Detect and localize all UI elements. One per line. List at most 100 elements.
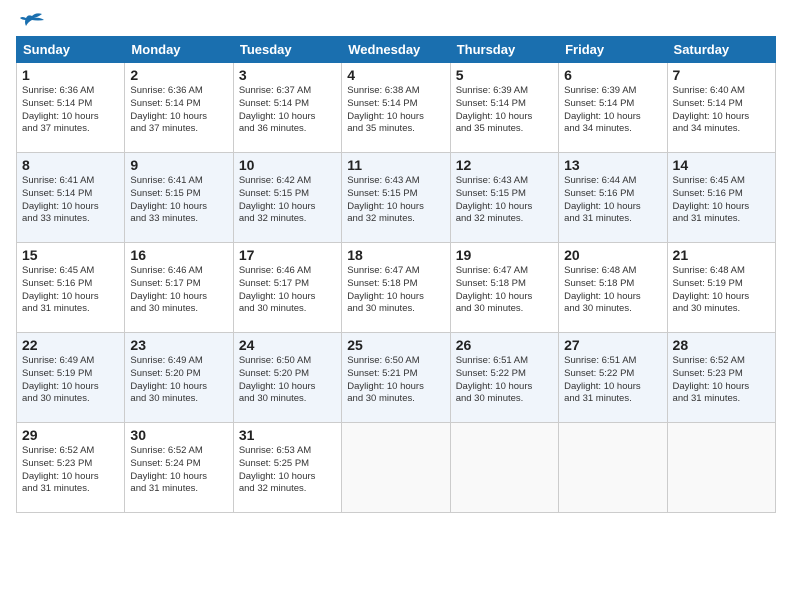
day-number: 25 (347, 337, 444, 353)
day-info: Sunrise: 6:36 AM Sunset: 5:14 PM Dayligh… (22, 85, 119, 136)
day-info: Sunrise: 6:46 AM Sunset: 5:17 PM Dayligh… (130, 265, 227, 316)
day-header-saturday: Saturday (667, 37, 775, 63)
day-number: 16 (130, 247, 227, 263)
day-cell-12: 12 Sunrise: 6:43 AM Sunset: 5:15 PM Dayli… (450, 153, 558, 243)
day-number: 20 (564, 247, 661, 263)
day-cell-6: 6Sunrise: 6:39 AM Sunset: 5:14 PM Daylig… (559, 63, 667, 153)
day-info: Sunrise: 6:41 AM Sunset: 5:14 PM Dayligh… (22, 175, 119, 226)
calendar-week-1: 1 Sunrise: 6:36 AM Sunset: 5:14 PM Daylig… (17, 63, 776, 153)
day-cell-24: 24 Sunrise: 6:50 AM Sunset: 5:20 PM Dayli… (233, 333, 341, 423)
day-cell-16: 16 Sunrise: 6:46 AM Sunset: 5:17 PM Dayli… (125, 243, 233, 333)
day-header-wednesday: Wednesday (342, 37, 450, 63)
day-cell-19: 19 Sunrise: 6:47 AM Sunset: 5:18 PM Dayli… (450, 243, 558, 333)
day-info: Sunrise: 6:44 AM Sunset: 5:16 PM Dayligh… (564, 175, 661, 226)
day-cell-26: 26 Sunrise: 6:51 AM Sunset: 5:22 PM Dayli… (450, 333, 558, 423)
day-number: 7 (673, 67, 770, 83)
calendar-table: SundayMondayTuesdayWednesdayThursdayFrid… (16, 36, 776, 513)
day-info: Sunrise: 6:52 AM Sunset: 5:23 PM Dayligh… (673, 355, 770, 406)
day-number: 4 (347, 67, 444, 83)
day-info: Sunrise: 6:45 AM Sunset: 5:16 PM Dayligh… (673, 175, 770, 226)
day-number: 24 (239, 337, 336, 353)
day-info: Sunrise: 6:53 AM Sunset: 5:25 PM Dayligh… (239, 445, 336, 496)
day-number: 19 (456, 247, 553, 263)
day-number: 1 (22, 67, 119, 83)
day-cell-13: 13 Sunrise: 6:44 AM Sunset: 5:16 PM Dayli… (559, 153, 667, 243)
day-header-sunday: Sunday (17, 37, 125, 63)
day-info: Sunrise: 6:45 AM Sunset: 5:16 PM Dayligh… (22, 265, 119, 316)
day-number: 18 (347, 247, 444, 263)
day-info: Sunrise: 6:43 AM Sunset: 5:15 PM Dayligh… (347, 175, 444, 226)
day-cell-10: 10 Sunrise: 6:42 AM Sunset: 5:15 PM Dayli… (233, 153, 341, 243)
empty-cell (559, 423, 667, 513)
day-cell-20: 20 Sunrise: 6:48 AM Sunset: 5:18 PM Dayli… (559, 243, 667, 333)
day-cell-21: 21Sunrise: 6:48 AM Sunset: 5:19 PM Dayli… (667, 243, 775, 333)
day-info: Sunrise: 6:36 AM Sunset: 5:14 PM Dayligh… (130, 85, 227, 136)
calendar-header-row: SundayMondayTuesdayWednesdayThursdayFrid… (17, 37, 776, 63)
day-cell-27: 27 Sunrise: 6:51 AM Sunset: 5:22 PM Dayli… (559, 333, 667, 423)
day-cell-30: 30 Sunrise: 6:52 AM Sunset: 5:24 PM Dayli… (125, 423, 233, 513)
day-number: 2 (130, 67, 227, 83)
day-cell-2: 2 Sunrise: 6:36 AM Sunset: 5:14 PM Daylig… (125, 63, 233, 153)
day-info: Sunrise: 6:39 AM Sunset: 5:14 PM Dayligh… (564, 85, 661, 136)
day-number: 14 (673, 157, 770, 173)
day-header-thursday: Thursday (450, 37, 558, 63)
empty-cell (450, 423, 558, 513)
calendar-week-2: 8 Sunrise: 6:41 AM Sunset: 5:14 PM Daylig… (17, 153, 776, 243)
logo (16, 16, 46, 28)
day-info: Sunrise: 6:43 AM Sunset: 5:15 PM Dayligh… (456, 175, 553, 226)
day-number: 30 (130, 427, 227, 443)
day-cell-29: 29Sunrise: 6:52 AM Sunset: 5:23 PM Dayli… (17, 423, 125, 513)
day-number: 13 (564, 157, 661, 173)
day-info: Sunrise: 6:41 AM Sunset: 5:15 PM Dayligh… (130, 175, 227, 226)
day-info: Sunrise: 6:51 AM Sunset: 5:22 PM Dayligh… (456, 355, 553, 406)
day-cell-18: 18 Sunrise: 6:47 AM Sunset: 5:18 PM Dayli… (342, 243, 450, 333)
day-number: 17 (239, 247, 336, 263)
day-info: Sunrise: 6:50 AM Sunset: 5:21 PM Dayligh… (347, 355, 444, 406)
day-info: Sunrise: 6:42 AM Sunset: 5:15 PM Dayligh… (239, 175, 336, 226)
page-header (16, 16, 776, 28)
day-header-monday: Monday (125, 37, 233, 63)
day-cell-5: 5Sunrise: 6:39 AM Sunset: 5:14 PM Daylig… (450, 63, 558, 153)
day-cell-8: 8 Sunrise: 6:41 AM Sunset: 5:14 PM Daylig… (17, 153, 125, 243)
day-number: 8 (22, 157, 119, 173)
day-number: 23 (130, 337, 227, 353)
day-number: 11 (347, 157, 444, 173)
day-cell-23: 23 Sunrise: 6:49 AM Sunset: 5:20 PM Dayli… (125, 333, 233, 423)
day-info: Sunrise: 6:46 AM Sunset: 5:17 PM Dayligh… (239, 265, 336, 316)
day-info: Sunrise: 6:52 AM Sunset: 5:23 PM Dayligh… (22, 445, 119, 496)
day-info: Sunrise: 6:49 AM Sunset: 5:20 PM Dayligh… (130, 355, 227, 406)
day-number: 28 (673, 337, 770, 353)
day-info: Sunrise: 6:49 AM Sunset: 5:19 PM Dayligh… (22, 355, 119, 406)
day-info: Sunrise: 6:47 AM Sunset: 5:18 PM Dayligh… (456, 265, 553, 316)
day-cell-22: 22Sunrise: 6:49 AM Sunset: 5:19 PM Dayli… (17, 333, 125, 423)
day-header-tuesday: Tuesday (233, 37, 341, 63)
day-cell-3: 3Sunrise: 6:37 AM Sunset: 5:14 PM Daylig… (233, 63, 341, 153)
calendar-week-3: 15Sunrise: 6:45 AM Sunset: 5:16 PM Dayli… (17, 243, 776, 333)
day-number: 31 (239, 427, 336, 443)
day-info: Sunrise: 6:52 AM Sunset: 5:24 PM Dayligh… (130, 445, 227, 496)
day-cell-25: 25 Sunrise: 6:50 AM Sunset: 5:21 PM Dayli… (342, 333, 450, 423)
logo-bird-icon (18, 12, 46, 32)
empty-cell (342, 423, 450, 513)
day-cell-15: 15Sunrise: 6:45 AM Sunset: 5:16 PM Dayli… (17, 243, 125, 333)
day-info: Sunrise: 6:38 AM Sunset: 5:14 PM Dayligh… (347, 85, 444, 136)
day-info: Sunrise: 6:50 AM Sunset: 5:20 PM Dayligh… (239, 355, 336, 406)
day-number: 26 (456, 337, 553, 353)
day-number: 9 (130, 157, 227, 173)
day-cell-4: 4 Sunrise: 6:38 AM Sunset: 5:14 PM Daylig… (342, 63, 450, 153)
day-header-friday: Friday (559, 37, 667, 63)
day-cell-9: 9 Sunrise: 6:41 AM Sunset: 5:15 PM Daylig… (125, 153, 233, 243)
day-cell-28: 28 Sunrise: 6:52 AM Sunset: 5:23 PM Dayli… (667, 333, 775, 423)
day-cell-31: 31 Sunrise: 6:53 AM Sunset: 5:25 PM Dayli… (233, 423, 341, 513)
day-info: Sunrise: 6:47 AM Sunset: 5:18 PM Dayligh… (347, 265, 444, 316)
day-info: Sunrise: 6:40 AM Sunset: 5:14 PM Dayligh… (673, 85, 770, 136)
day-info: Sunrise: 6:48 AM Sunset: 5:18 PM Dayligh… (564, 265, 661, 316)
day-number: 3 (239, 67, 336, 83)
calendar-week-5: 29Sunrise: 6:52 AM Sunset: 5:23 PM Dayli… (17, 423, 776, 513)
day-number: 10 (239, 157, 336, 173)
day-info: Sunrise: 6:51 AM Sunset: 5:22 PM Dayligh… (564, 355, 661, 406)
day-number: 27 (564, 337, 661, 353)
day-cell-11: 11 Sunrise: 6:43 AM Sunset: 5:15 PM Dayli… (342, 153, 450, 243)
day-number: 12 (456, 157, 553, 173)
day-number: 5 (456, 67, 553, 83)
